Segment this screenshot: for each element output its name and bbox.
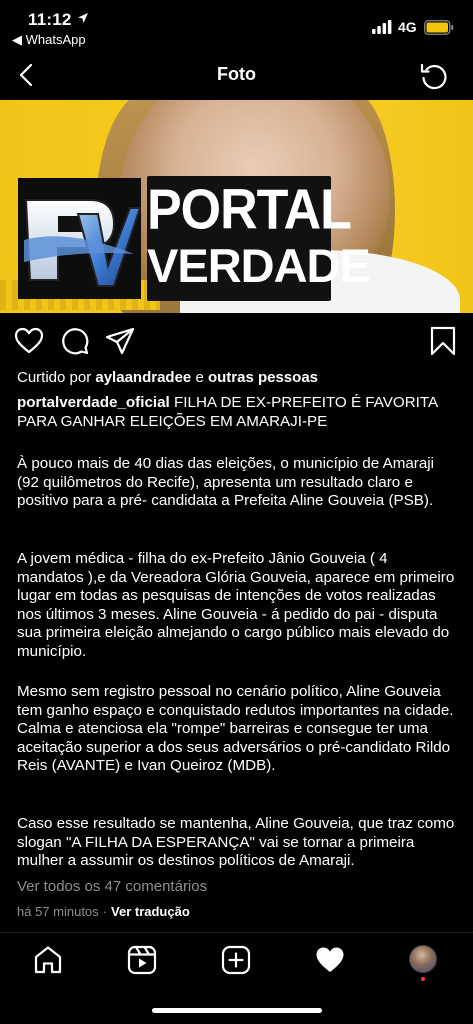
profile-avatar[interactable] <box>409 945 437 973</box>
heart-outline-icon[interactable] <box>14 326 44 356</box>
status-bar: 11:12 ◀ WhatsApp 4G <box>0 0 473 50</box>
status-time: 11:12 <box>28 10 72 29</box>
post-username[interactable]: portalverdade_oficial <box>17 394 170 411</box>
likes-summary[interactable]: Curtido por aylaandradee e outras pessoa… <box>17 369 318 386</box>
post-actions <box>0 322 473 362</box>
plus-square-icon[interactable] <box>221 945 251 975</box>
caption-paragraph: Caso esse resultado se mantenha, Aline G… <box>17 815 455 869</box>
likes-prefix: Curtido por <box>17 369 92 386</box>
bookmark-icon[interactable] <box>428 326 458 356</box>
post-time: há 57 minutos <box>17 904 99 919</box>
portal-verdade-logo <box>18 178 142 299</box>
liked-by-user[interactable]: aylaandradee <box>95 369 191 386</box>
reels-icon[interactable] <box>127 945 157 975</box>
location-arrow-icon <box>78 13 88 23</box>
battery-icon <box>424 20 454 35</box>
pv-logo-icon <box>24 199 142 287</box>
portal-verdade-banner: PORTAL VERDADE <box>147 176 371 301</box>
likes-connector: e <box>195 369 204 386</box>
cellular-signal-icon <box>372 20 392 34</box>
post-meta: há 57 minutos · Ver tradução <box>17 904 190 919</box>
back-to-whatsapp-link[interactable]: ◀ WhatsApp <box>12 32 86 48</box>
paper-plane-icon[interactable] <box>105 326 135 356</box>
banner-line-verdade: VERDADE <box>147 239 371 292</box>
home-icon[interactable] <box>33 945 63 975</box>
banner-line-portal: PORTAL <box>147 178 352 242</box>
view-all-comments-link[interactable]: Ver todos os 47 comentários <box>17 878 207 895</box>
liked-by-others[interactable]: outras pessoas <box>208 369 318 386</box>
top-navigation: Foto <box>0 52 473 100</box>
notification-dot <box>421 977 425 981</box>
caption-paragraph: À pouco mais de 40 dias das eleições, o … <box>17 455 435 509</box>
caption-paragraph: Mesmo sem registro pessoal no cenário po… <box>17 683 454 774</box>
caption-paragraph: A jovem médica - filha do ex-Prefeito Jâ… <box>17 550 455 660</box>
page-title: Foto <box>217 64 256 84</box>
home-indicator[interactable] <box>152 1008 322 1013</box>
meta-separator: · <box>102 904 108 919</box>
see-translation-link[interactable]: Ver tradução <box>111 904 190 919</box>
refresh-icon[interactable] <box>418 60 450 92</box>
network-type: 4G <box>398 19 417 35</box>
comment-icon[interactable] <box>60 326 90 356</box>
heart-filled-icon[interactable] <box>315 945 345 975</box>
post-caption: portalverdade_oficial FILHA DE EX-PREFEI… <box>17 394 457 431</box>
